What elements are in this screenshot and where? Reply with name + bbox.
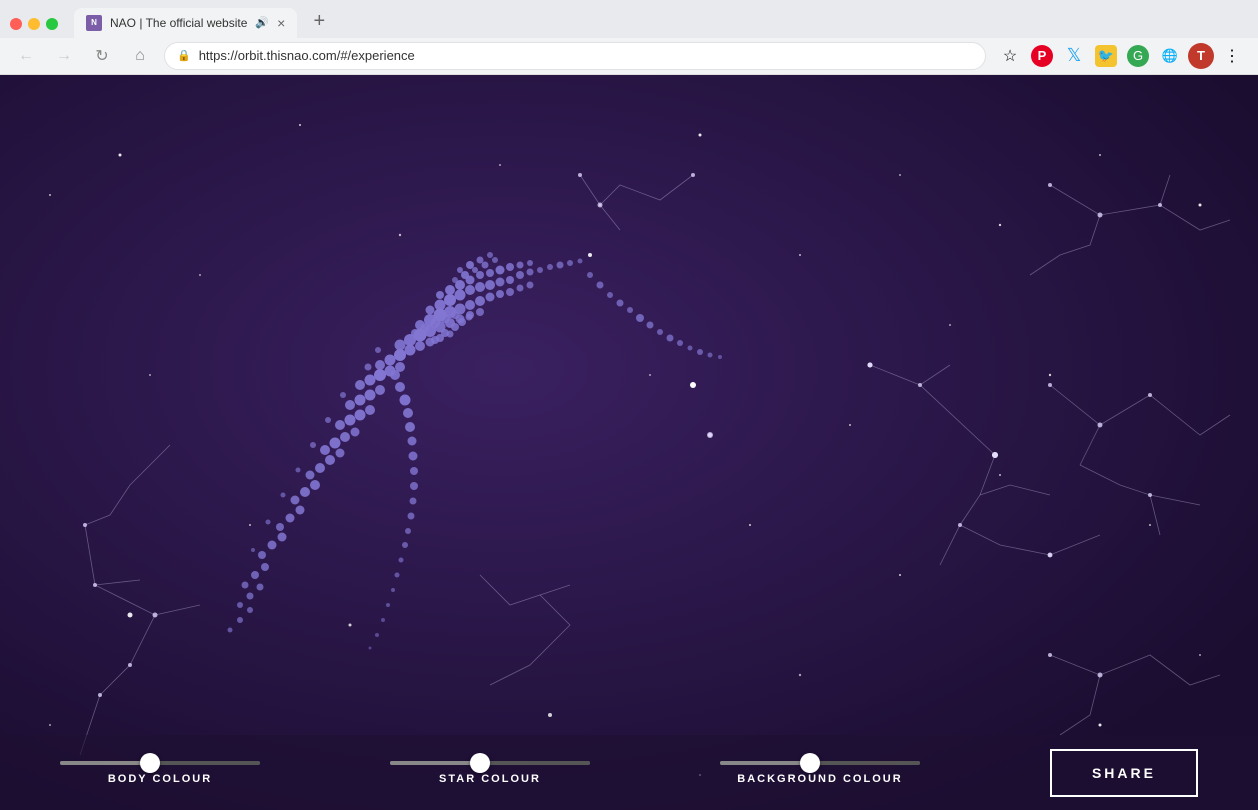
- star-slider-fill-right: [480, 761, 590, 765]
- tab-close-button[interactable]: ×: [277, 15, 285, 31]
- pinterest-icon: P: [1031, 45, 1053, 67]
- tab-title: NAO | The official website: [110, 16, 247, 30]
- star-slider-thumb[interactable]: [470, 753, 490, 773]
- background-colour-track[interactable]: [720, 761, 920, 765]
- tab-audio-icon[interactable]: 🔊: [255, 16, 269, 29]
- background-slider-fill-right: [810, 761, 920, 765]
- back-button[interactable]: ←: [12, 42, 40, 70]
- address-bar: ← → ↻ ⌂ 🔒 https://orbit.thisnao.com/#/ex…: [0, 38, 1258, 75]
- minimize-button[interactable]: [28, 18, 40, 30]
- main-content: BODY COLOUR STAR COLOUR BACKGROUND COLOU…: [0, 75, 1258, 810]
- url-text: https://orbit.thisnao.com/#/experience: [199, 48, 973, 63]
- body-slider-fill-left: [60, 761, 150, 765]
- address-input[interactable]: 🔒 https://orbit.thisnao.com/#/experience: [164, 42, 986, 70]
- user-avatar[interactable]: T: [1188, 43, 1214, 69]
- extension3-button[interactable]: 🌐: [1156, 42, 1184, 70]
- background-colour-label: BACKGROUND COLOUR: [737, 773, 902, 785]
- twitter-button[interactable]: 𝕏: [1060, 42, 1088, 70]
- body-colour-label: BODY COLOUR: [108, 773, 212, 785]
- background-colour-group: BACKGROUND COLOUR: [720, 761, 920, 785]
- star-slider-fill-left: [390, 761, 480, 765]
- window-controls: [10, 18, 58, 38]
- lock-icon: 🔒: [177, 49, 191, 62]
- star-colour-track[interactable]: [390, 761, 590, 765]
- active-tab[interactable]: N NAO | The official website 🔊 ×: [74, 8, 297, 38]
- background-slider-fill-left: [720, 761, 810, 765]
- background-slider-thumb[interactable]: [800, 753, 820, 773]
- extension2-button[interactable]: G: [1124, 42, 1152, 70]
- tab-bar: N NAO | The official website 🔊 × +: [0, 0, 1258, 38]
- bottom-controls: BODY COLOUR STAR COLOUR BACKGROUND COLOU…: [0, 735, 1258, 810]
- pinterest-button[interactable]: P: [1028, 42, 1056, 70]
- body-slider-fill-right: [150, 761, 260, 765]
- forward-button[interactable]: →: [50, 42, 78, 70]
- extension1-button[interactable]: 🐦: [1092, 42, 1120, 70]
- more-button[interactable]: ⋮: [1218, 42, 1246, 70]
- starfield-svg: [0, 75, 1258, 810]
- star-colour-group: STAR COLOUR: [390, 761, 590, 785]
- close-button[interactable]: [10, 18, 22, 30]
- body-colour-group: BODY COLOUR: [60, 761, 260, 785]
- extension3-icon: 🌐: [1159, 45, 1181, 67]
- tab-favicon: N: [86, 15, 102, 31]
- body-colour-track[interactable]: [60, 761, 260, 765]
- home-button[interactable]: ⌂: [126, 42, 154, 70]
- new-tab-button[interactable]: +: [305, 10, 333, 38]
- maximize-button[interactable]: [46, 18, 58, 30]
- bookmark-button[interactable]: ☆: [996, 42, 1024, 70]
- star-colour-label: STAR COLOUR: [439, 773, 541, 785]
- extension1-icon: 🐦: [1095, 45, 1117, 67]
- body-slider-thumb[interactable]: [140, 753, 160, 773]
- reload-button[interactable]: ↻: [88, 42, 116, 70]
- browser-chrome: N NAO | The official website 🔊 × + ← → ↻…: [0, 0, 1258, 75]
- extension2-icon: G: [1127, 45, 1149, 67]
- toolbar-icons: ☆ P 𝕏 🐦 G 🌐 T ⋮: [996, 42, 1246, 70]
- share-button[interactable]: SHARE: [1050, 749, 1198, 797]
